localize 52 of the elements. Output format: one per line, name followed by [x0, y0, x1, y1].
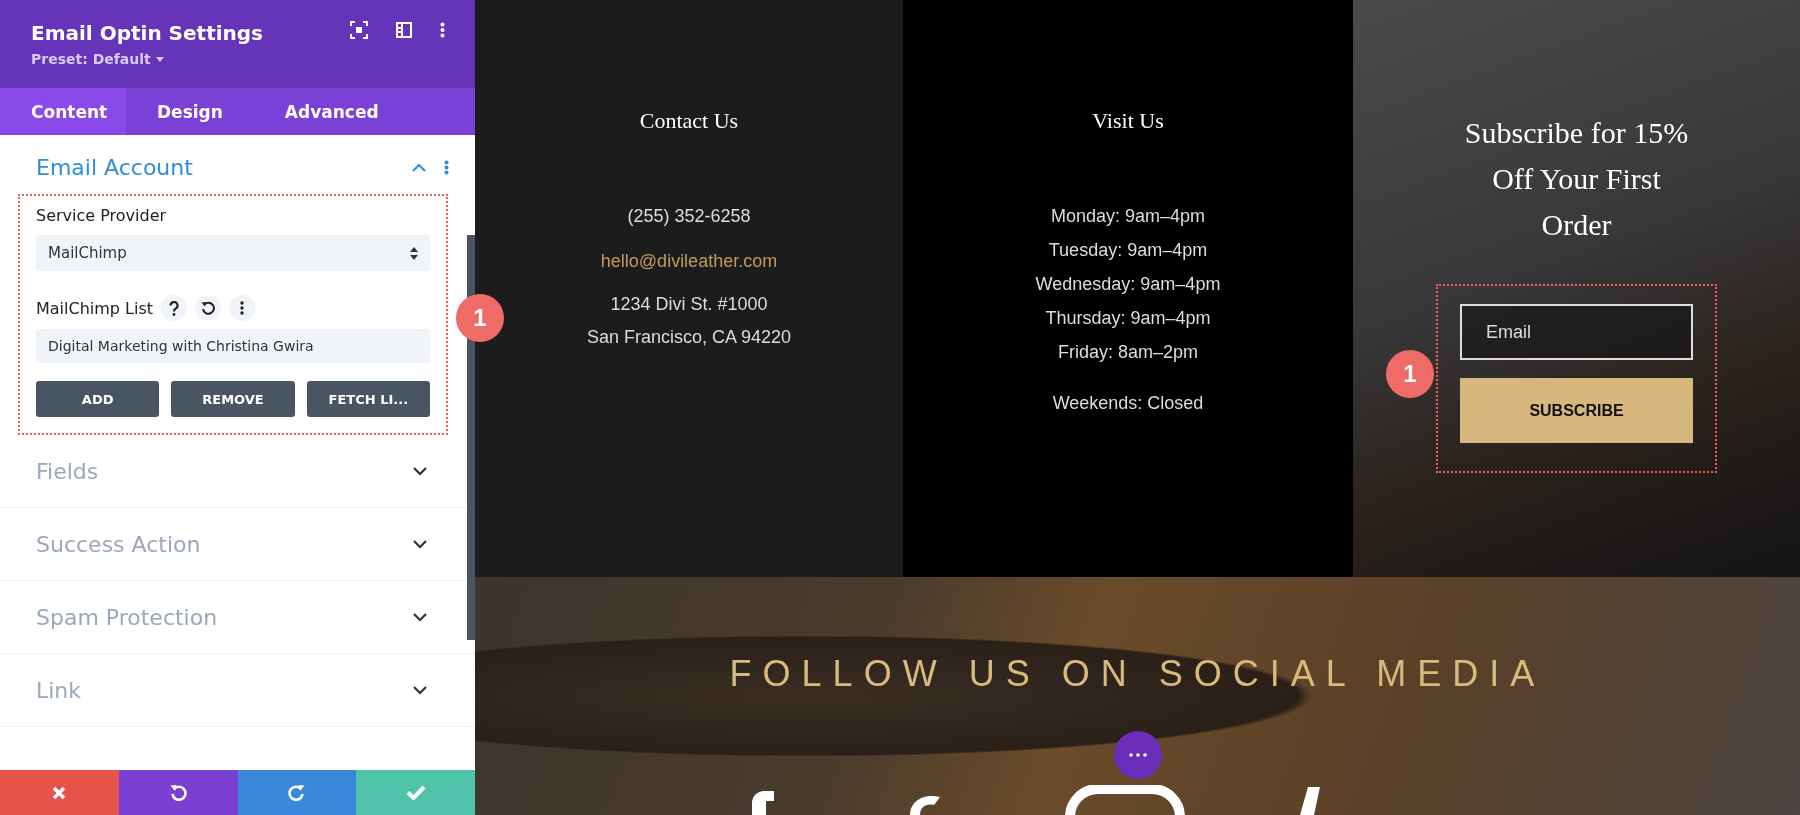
chevron-icon[interactable] [413, 685, 427, 695]
opening-hours: Thursday: 9am–4pm [1045, 308, 1211, 329]
phone-number: (255) 352-6258 [627, 206, 751, 227]
social-heading: FOLLOW US ON SOCIAL MEDIA [729, 653, 1546, 695]
preset-dropdown[interactable]: Preset: Default [31, 51, 164, 67]
chevron-icon[interactable] [413, 466, 427, 476]
action-button[interactable]: REMOVE [171, 381, 295, 417]
tab[interactable]: Content [0, 88, 126, 135]
scrollbar[interactable] [467, 235, 475, 640]
more-icon [1128, 753, 1147, 757]
section-title[interactable]: Email Account [36, 155, 193, 180]
close-icon [52, 785, 67, 800]
focus-icon[interactable] [350, 21, 368, 39]
opening-hours: Monday: 9am–4pm [1050, 206, 1206, 227]
help-icon [169, 300, 180, 316]
chevron-icon[interactable] [413, 612, 427, 622]
action-button[interactable]: ADD [36, 381, 160, 417]
help-button[interactable] [161, 295, 188, 321]
opening-hours: Wednesday: 9am–4pm [1035, 274, 1221, 295]
reset-icon [201, 301, 216, 315]
list-field[interactable]: Digital Marketing with Christina Gwira [36, 329, 430, 363]
undo-icon [169, 784, 187, 801]
action-button[interactable]: FETCH LI... [306, 381, 430, 417]
address-line: San Francisco, CA 94220 [586, 327, 792, 348]
subscribe-button[interactable]: SUBSCRIBE [1460, 378, 1693, 443]
address-line: 1234 Divi St. #1000 [610, 294, 768, 315]
chevron-icon[interactable] [413, 539, 427, 549]
sort-arrows-icon [410, 246, 418, 260]
field-label: MailChimp List [36, 298, 154, 318]
redo-icon [288, 784, 306, 801]
opening-hours: Friday: 8am–2pm [1057, 342, 1199, 363]
opening-hours: Weekends: Closed [1052, 393, 1204, 414]
column-heading: Contact Us [639, 108, 739, 134]
layout-icon[interactable] [396, 22, 412, 38]
more-icon [240, 301, 245, 315]
more-icon[interactable] [440, 22, 445, 38]
email-link[interactable]: hello@divileather.com [600, 251, 778, 272]
check-icon [405, 785, 426, 800]
email-field[interactable]: Email [1460, 304, 1693, 360]
more-button[interactable] [229, 295, 256, 321]
more-button[interactable] [1113, 731, 1162, 779]
column-heading: Visit Us [1092, 108, 1164, 134]
tab[interactable]: Design [126, 88, 254, 135]
caret-icon [155, 56, 164, 62]
field-label: Service Provider [36, 206, 168, 225]
tab[interactable]: Advanced [253, 88, 410, 135]
reset-button[interactable] [195, 295, 222, 321]
subscribe-heading: Subscribe for 15% Off Your First Order [1463, 115, 1690, 243]
panel-title: Email Optin Settings [31, 21, 263, 45]
provider-select[interactable]: MailChimp [36, 235, 430, 271]
opening-hours: Tuesday: 9am–4pm [1048, 240, 1208, 261]
more-icon[interactable] [444, 160, 449, 175]
